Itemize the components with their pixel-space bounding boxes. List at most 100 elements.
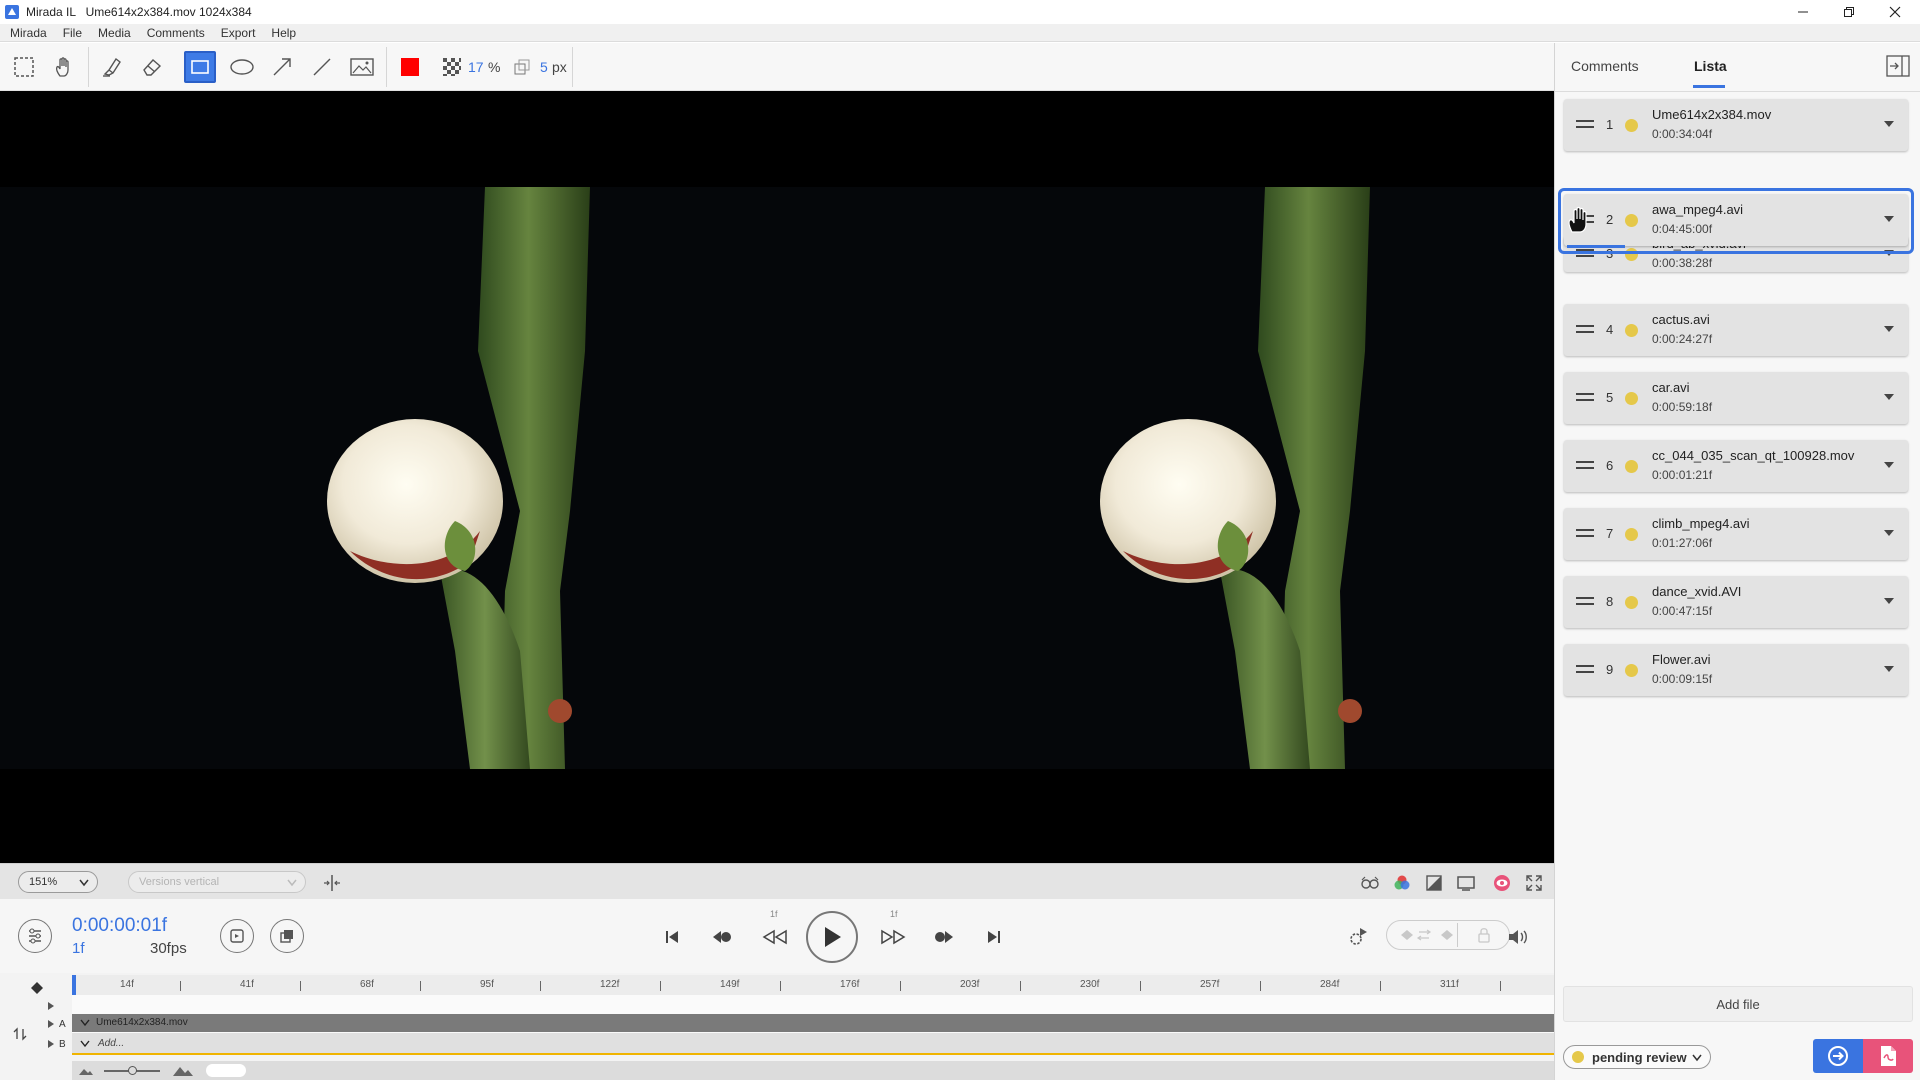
- grid-opacity-button[interactable]: [436, 51, 468, 83]
- opacity-value[interactable]: 17: [468, 59, 484, 75]
- drag-handle-icon[interactable]: [1576, 460, 1594, 470]
- menu-media[interactable]: Media: [88, 26, 137, 40]
- expand-item-button[interactable]: [1884, 462, 1894, 468]
- add-file-button[interactable]: Add file: [1563, 986, 1913, 1022]
- expand-item-button[interactable]: [1884, 598, 1894, 604]
- drag-handle-icon[interactable]: [1576, 248, 1594, 258]
- timeline-settings-button[interactable]: [18, 919, 52, 953]
- stroke-width-value[interactable]: 5: [540, 59, 548, 75]
- playlist-item[interactable]: 2 awa_mpeg4.avi 0:04:45:00f: [1564, 194, 1908, 246]
- drag-handle-icon[interactable]: [1576, 324, 1594, 334]
- go-to-start-button[interactable]: [660, 925, 684, 949]
- add-marker-icon[interactable]: [31, 982, 43, 994]
- stroke-width-button[interactable]: [506, 51, 538, 83]
- line-tool-button[interactable]: [306, 51, 338, 83]
- expand-arrow-icon[interactable]: [47, 1039, 55, 1049]
- next-mark-button[interactable]: [932, 925, 956, 949]
- playlist-item[interactable]: 7 climb_mpeg4.avi 0:01:27:06f: [1564, 508, 1908, 560]
- playlist-item[interactable]: 5 car.avi 0:00:59:18f: [1564, 372, 1908, 424]
- color-channels-button[interactable]: [1392, 873, 1412, 893]
- select-tool-button[interactable]: [8, 51, 40, 83]
- pen-tool-button[interactable]: [96, 51, 128, 83]
- play-button[interactable]: [806, 911, 858, 963]
- drag-handle-icon[interactable]: [1576, 528, 1594, 538]
- status-select[interactable]: pending review: [1563, 1045, 1711, 1069]
- menu-export[interactable]: Export: [211, 26, 262, 40]
- expand-item-button[interactable]: [1884, 216, 1894, 222]
- pan-tool-button[interactable]: [48, 51, 80, 83]
- drag-handle-icon[interactable]: [1576, 596, 1594, 606]
- expand-item-button[interactable]: [1884, 394, 1894, 400]
- track-a-clip[interactable]: Ume614x2x384.mov: [72, 1014, 1554, 1032]
- menu-comments[interactable]: Comments: [137, 26, 211, 40]
- go-to-end-button[interactable]: [982, 925, 1006, 949]
- playlist-item[interactable]: 1 Ume614x2x384.mov 0:00:34:04f: [1564, 99, 1908, 151]
- menu-help[interactable]: Help: [261, 26, 302, 40]
- playlist-item-number: 8: [1606, 594, 1614, 609]
- expand-item-button[interactable]: [1884, 121, 1894, 127]
- playlist-item[interactable]: 4 cactus.avi 0:00:24:27f: [1564, 304, 1908, 356]
- expand-item-button[interactable]: [1884, 250, 1894, 256]
- rectangle-tool-button[interactable]: [184, 51, 216, 83]
- exposure-button[interactable]: [1424, 873, 1444, 893]
- tab-lista[interactable]: Lista: [1694, 58, 1727, 74]
- playback-settings-button[interactable]: [1346, 925, 1370, 949]
- menu-file[interactable]: File: [53, 26, 88, 40]
- menu-mirada[interactable]: Mirada: [0, 26, 53, 40]
- split-compare-button[interactable]: [322, 873, 342, 893]
- layout-mode-select[interactable]: Versions vertical: [128, 871, 306, 893]
- visibility-button[interactable]: [1492, 873, 1512, 893]
- step-back-button[interactable]: [760, 925, 790, 949]
- video-viewer[interactable]: [0, 91, 1554, 863]
- stereo-view-button[interactable]: [1360, 873, 1380, 893]
- step-forward-button[interactable]: [878, 925, 908, 949]
- restore-button[interactable]: [1826, 0, 1872, 24]
- link-versions-icon[interactable]: [1397, 928, 1457, 942]
- expand-arrow-icon[interactable]: [47, 1001, 55, 1011]
- frame-ruler[interactable]: 14f 41f 68f 95f 122f 149f 176f 203f 230f 257f 284f…: [72, 975, 1554, 995]
- sync-lock-group: [1386, 920, 1510, 950]
- expand-item-button[interactable]: [1884, 530, 1894, 536]
- zoom-out-mountain-icon[interactable]: [78, 1066, 94, 1076]
- export-pdf-button[interactable]: [1863, 1039, 1913, 1073]
- zoom-in-mountain-icon[interactable]: [172, 1065, 194, 1077]
- expand-item-button[interactable]: [1884, 666, 1894, 672]
- fullscreen-button[interactable]: [1524, 873, 1544, 893]
- expand-arrow-icon[interactable]: [47, 1019, 55, 1029]
- timecode-display[interactable]: 0:00:00:01f: [72, 915, 167, 937]
- skip-start-icon: [666, 931, 678, 943]
- copy-frame-button[interactable]: [270, 919, 304, 953]
- image-tool-button[interactable]: [346, 51, 378, 83]
- lock-icon[interactable]: [1477, 927, 1491, 943]
- timeline[interactable]: 14f 41f 68f 95f 122f 149f 176f 203f 230f 257f 284f…: [0, 973, 1554, 1080]
- expand-item-button[interactable]: [1884, 326, 1894, 332]
- playlist-item[interactable]: 8 dance_xvid.AVI 0:00:47:15f: [1564, 576, 1908, 628]
- volume-button[interactable]: [1506, 925, 1530, 949]
- previous-mark-button[interactable]: [710, 925, 734, 949]
- share-button[interactable]: [1813, 1039, 1863, 1073]
- drag-handle-icon[interactable]: [1576, 392, 1594, 402]
- zoom-slider-handle[interactable]: [128, 1066, 137, 1075]
- tab-comments[interactable]: Comments: [1571, 58, 1639, 74]
- close-button[interactable]: [1872, 0, 1918, 24]
- display-mode-button[interactable]: [1456, 873, 1476, 893]
- track-b-clip[interactable]: Add...: [72, 1033, 1554, 1055]
- playlist-item[interactable]: 9 Flower.avi 0:00:09:15f: [1564, 644, 1908, 696]
- frame-display[interactable]: 1f: [72, 940, 85, 957]
- drag-handle-icon[interactable]: [1576, 119, 1594, 129]
- drag-handle-icon[interactable]: [1576, 664, 1594, 674]
- status-dot: [1625, 528, 1638, 541]
- arrow-tool-button[interactable]: [266, 51, 298, 83]
- ellipse-tool-button[interactable]: [226, 51, 258, 83]
- zoom-select[interactable]: 151%: [18, 871, 98, 893]
- playlist-item-duration: 0:00:09:15f: [1652, 672, 1713, 686]
- collapse-panel-button[interactable]: [1886, 55, 1910, 77]
- swap-tracks-icon[interactable]: [13, 1027, 27, 1041]
- timeline-scrollbar[interactable]: [206, 1064, 246, 1077]
- eraser-tool-button[interactable]: [136, 51, 168, 83]
- minimize-button[interactable]: [1780, 0, 1826, 24]
- color-picker-button[interactable]: [394, 51, 426, 83]
- playhead[interactable]: [72, 975, 76, 995]
- playlist-item[interactable]: 6 cc_044_035_scan_qt_100928.mov 0:00:01:21…: [1564, 440, 1908, 492]
- loop-button[interactable]: [220, 919, 254, 953]
